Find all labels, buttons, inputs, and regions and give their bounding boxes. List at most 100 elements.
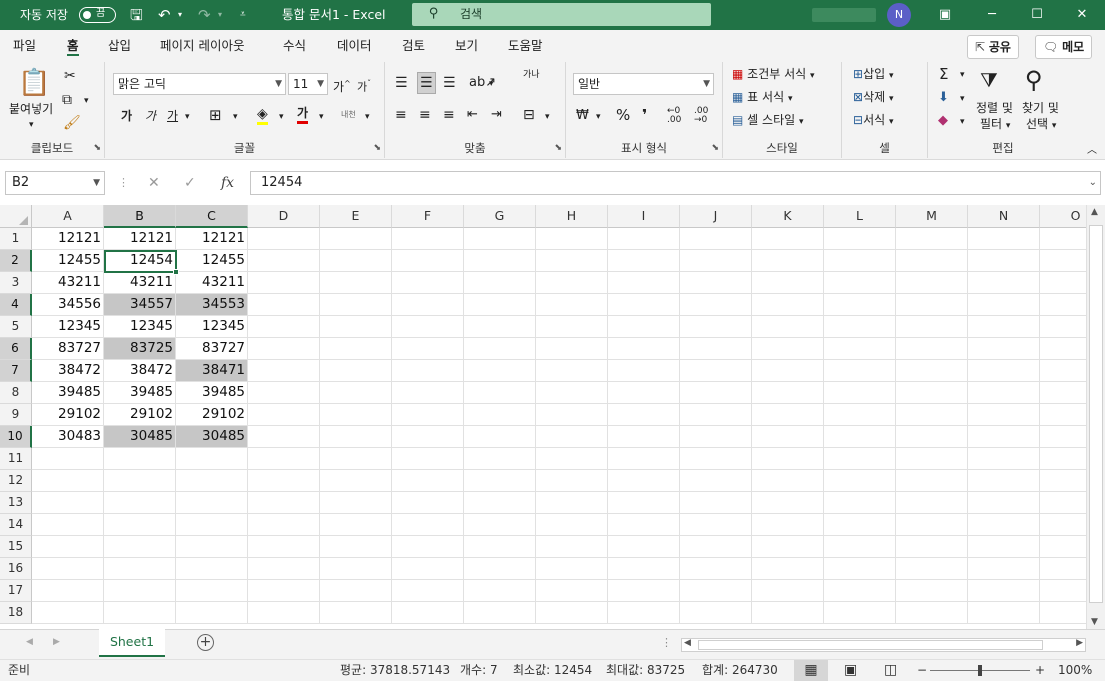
cell-a13[interactable] — [32, 492, 104, 514]
cell-n2[interactable] — [968, 250, 1040, 272]
cell-h5[interactable] — [536, 316, 608, 338]
fill-color-icon[interactable]: ◈ — [257, 106, 268, 125]
tab-formulas[interactable]: 수식 — [283, 30, 306, 62]
cell-c16[interactable] — [176, 558, 248, 580]
cell-b8[interactable]: 39485 — [104, 382, 176, 404]
cell-a5[interactable]: 12345 — [32, 316, 104, 338]
tab-review[interactable]: 검토 — [402, 30, 425, 62]
merge-dropdown-icon[interactable]: ▾ — [545, 108, 550, 126]
font-name-select[interactable]: 맑은 고딕 ▼ — [113, 73, 286, 95]
cell-i13[interactable] — [608, 492, 680, 514]
cell-i18[interactable] — [608, 602, 680, 624]
cell-b1[interactable]: 12121 — [104, 228, 176, 250]
cell-d8[interactable] — [248, 382, 320, 404]
scroll-left-icon[interactable]: ◀ — [684, 638, 691, 648]
cell-f15[interactable] — [392, 536, 464, 558]
cell-n13[interactable] — [968, 492, 1040, 514]
cell-e13[interactable] — [320, 492, 392, 514]
sheet-tab-sheet1[interactable]: Sheet1 — [99, 629, 165, 657]
row-header-2[interactable]: 2 — [0, 250, 32, 272]
cell-f9[interactable] — [392, 404, 464, 426]
tab-help[interactable]: 도움말 — [508, 30, 543, 62]
prev-sheet-icon[interactable]: ◀ — [26, 637, 33, 647]
cell-e16[interactable] — [320, 558, 392, 580]
number-format-select[interactable]: 일반 ▼ — [573, 73, 714, 95]
wrap-text-button[interactable]: 가나 — [523, 70, 540, 80]
cell-g9[interactable] — [464, 404, 536, 426]
status-count[interactable]: 개수: 7 — [460, 660, 498, 681]
increase-indent-icon[interactable]: ⇥ — [491, 106, 502, 124]
cell-k13[interactable] — [752, 492, 824, 514]
status-max[interactable]: 최대값: 83725 — [606, 660, 685, 681]
cell-a12[interactable] — [32, 470, 104, 492]
save-icon[interactable]: 🖫 — [130, 0, 143, 30]
row-header-16[interactable]: 16 — [0, 558, 32, 580]
cell-e15[interactable] — [320, 536, 392, 558]
cell-l7[interactable] — [824, 360, 896, 382]
account-name[interactable] — [812, 8, 876, 22]
align-left-icon[interactable]: ≡ — [395, 106, 407, 124]
cell-i9[interactable] — [608, 404, 680, 426]
cell-a15[interactable] — [32, 536, 104, 558]
underline-button[interactable]: 가 — [167, 107, 178, 125]
cell-g17[interactable] — [464, 580, 536, 602]
sort-filter-label-2[interactable]: 필터 ▾ — [980, 116, 1010, 134]
cell-h9[interactable] — [536, 404, 608, 426]
cell-f14[interactable] — [392, 514, 464, 536]
font-color-button[interactable]: 가 — [297, 105, 309, 124]
cell-f7[interactable] — [392, 360, 464, 382]
cell-l2[interactable] — [824, 250, 896, 272]
column-header-h[interactable]: H — [536, 205, 608, 228]
cell-d10[interactable] — [248, 426, 320, 448]
cell-g10[interactable] — [464, 426, 536, 448]
increase-font-size-button[interactable]: 가^ — [333, 75, 351, 96]
format-painter-icon[interactable]: 🖌 — [63, 114, 81, 132]
cell-c10[interactable]: 30485 — [176, 426, 248, 448]
zoom-out-icon[interactable]: − — [917, 660, 927, 681]
cell-h17[interactable] — [536, 580, 608, 602]
paste-dropdown-icon[interactable]: ▾ — [29, 116, 34, 134]
sort-filter-icon[interactable]: ⧩ — [980, 68, 998, 92]
cell-h7[interactable] — [536, 360, 608, 382]
accounting-dropdown-icon[interactable]: ▾ — [596, 108, 601, 126]
row-header-13[interactable]: 13 — [0, 492, 32, 514]
cell-j14[interactable] — [680, 514, 752, 536]
find-select-label[interactable]: 찾기 및 — [1022, 100, 1059, 116]
cell-m16[interactable] — [896, 558, 968, 580]
cell-h1[interactable] — [536, 228, 608, 250]
cell-d4[interactable] — [248, 294, 320, 316]
borders-icon[interactable]: ⊞ — [209, 106, 222, 124]
cell-l8[interactable] — [824, 382, 896, 404]
font-size-select[interactable]: 11 ▼ — [288, 73, 328, 95]
cell-c15[interactable] — [176, 536, 248, 558]
delete-cells-button[interactable]: ⊠삭제 ▾ — [853, 88, 894, 108]
cell-c11[interactable] — [176, 448, 248, 470]
cell-b18[interactable] — [104, 602, 176, 624]
cell-i7[interactable] — [608, 360, 680, 382]
cell-b17[interactable] — [104, 580, 176, 602]
cell-d7[interactable] — [248, 360, 320, 382]
row-header-6[interactable]: 6 — [0, 338, 32, 360]
worksheet-grid[interactable]: ABCDEFGHIJKLMNO 1 2 3 4 5 6 7 8 9 10 11 12 13 14 15 16 1… — [0, 205, 1105, 629]
select-all-button[interactable] — [0, 205, 32, 228]
cell-j4[interactable] — [680, 294, 752, 316]
cell-m18[interactable] — [896, 602, 968, 624]
column-header-m[interactable]: M — [896, 205, 968, 228]
cell-h8[interactable] — [536, 382, 608, 404]
cell-m12[interactable] — [896, 470, 968, 492]
cell-g18[interactable] — [464, 602, 536, 624]
cell-i8[interactable] — [608, 382, 680, 404]
comma-style-icon[interactable]: ❜ — [642, 106, 647, 124]
clear-icon[interactable]: ◆ — [938, 112, 948, 130]
tab-file[interactable]: 파일 — [13, 30, 36, 62]
cell-f3[interactable] — [392, 272, 464, 294]
cell-c7[interactable]: 38471 — [176, 360, 248, 382]
cell-i11[interactable] — [608, 448, 680, 470]
cell-h18[interactable] — [536, 602, 608, 624]
cell-m10[interactable] — [896, 426, 968, 448]
column-header-f[interactable]: F — [392, 205, 464, 228]
tab-view[interactable]: 보기 — [455, 30, 478, 62]
cell-n15[interactable] — [968, 536, 1040, 558]
cell-l1[interactable] — [824, 228, 896, 250]
cell-e14[interactable] — [320, 514, 392, 536]
